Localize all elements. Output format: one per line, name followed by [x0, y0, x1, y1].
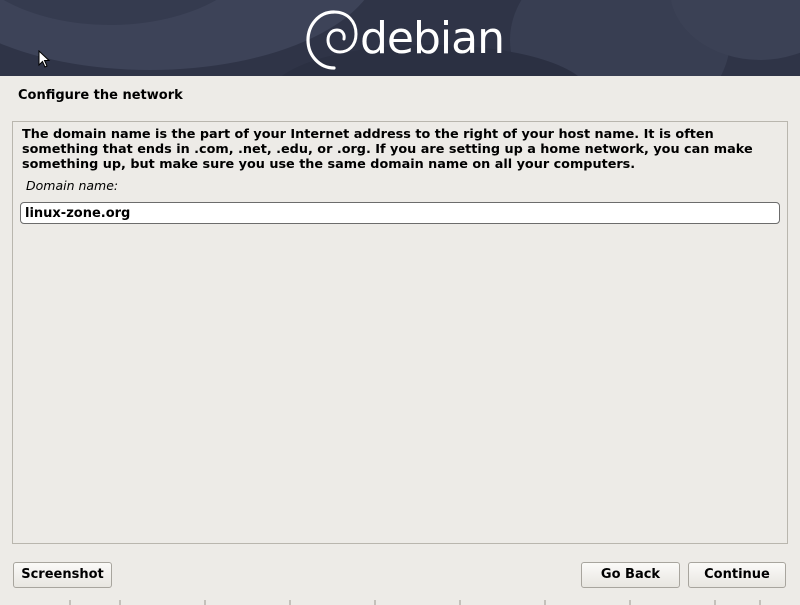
debian-swirl-icon [306, 10, 358, 70]
domain-name-label: Domain name: [26, 178, 119, 193]
debian-banner: debian [0, 0, 800, 76]
debian-logo-text: debian [360, 13, 505, 64]
continue-button[interactable]: Continue [688, 562, 786, 588]
screenshot-button[interactable]: Screenshot [13, 562, 112, 588]
go-back-button[interactable]: Go Back [581, 562, 680, 588]
content-panel: The domain name is the part of your Inte… [12, 121, 788, 544]
bottom-edge-ticks [69, 600, 761, 605]
page-title: Configure the network [18, 88, 183, 103]
mouse-pointer-icon [38, 50, 51, 68]
domain-name-input[interactable] [20, 202, 780, 224]
domain-description: The domain name is the part of your Inte… [22, 127, 753, 172]
